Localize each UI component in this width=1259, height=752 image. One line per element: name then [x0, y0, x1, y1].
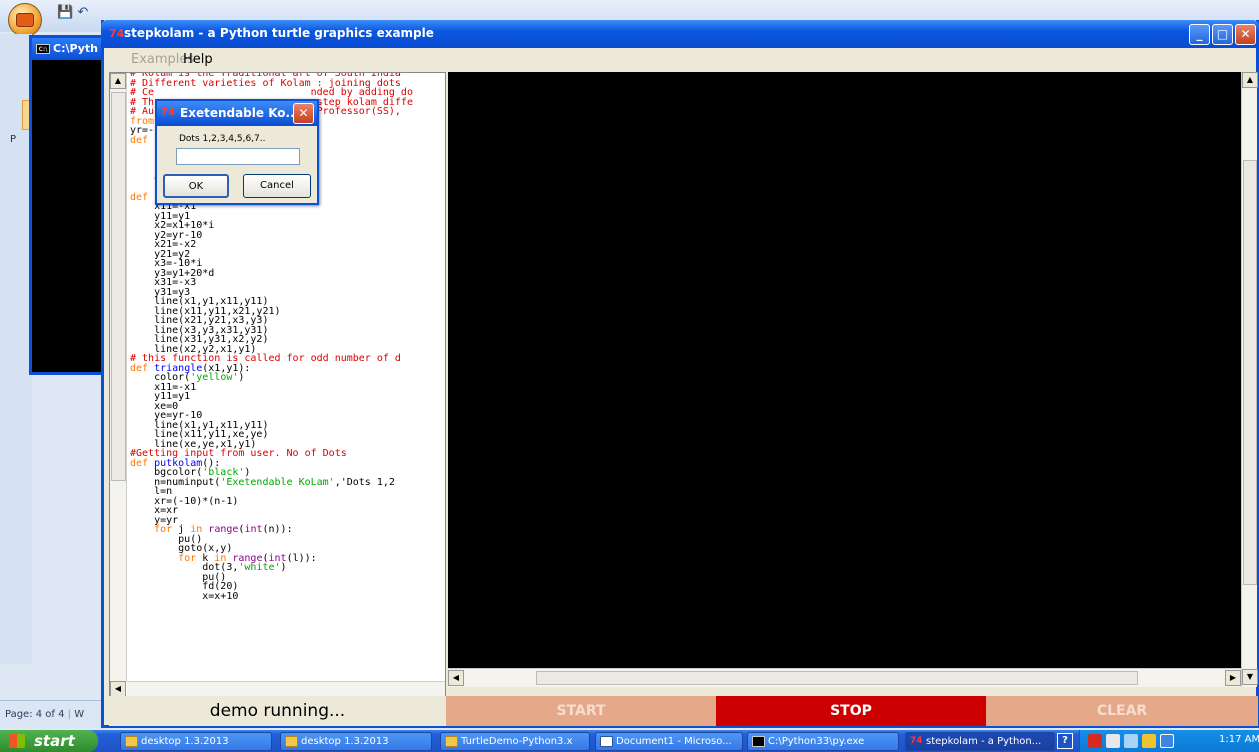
- clear-button[interactable]: CLEAR: [986, 696, 1258, 726]
- turtle-icon: 74: [910, 736, 923, 746]
- taskbar-task-button[interactable]: Document1 - Microso...: [595, 732, 743, 751]
- scroll-right-arrow-icon[interactable]: ▶: [1225, 670, 1241, 686]
- maximize-button[interactable]: □: [1212, 24, 1233, 45]
- word-status-extra: W: [74, 709, 85, 720]
- taskbar-task-label: desktop 1.3.2013: [301, 736, 389, 747]
- taskbar-task-button[interactable]: 74 stepkolam - a Python...: [905, 732, 1055, 751]
- code-vertical-scrollbar[interactable]: ▲: [110, 73, 127, 681]
- taskbar-task-button[interactable]: desktop 1.3.2013: [280, 732, 432, 751]
- cancel-button[interactable]: Cancel: [243, 174, 311, 198]
- security-tray-icon[interactable]: [1142, 734, 1156, 748]
- folder-icon: [285, 736, 298, 747]
- turtle-title-bar[interactable]: 74 stepkolam - a Python turtle graphics …: [101, 20, 1259, 48]
- taskbar-task-button[interactable]: desktop 1.3.2013: [120, 732, 272, 751]
- close-button[interactable]: ✕: [1235, 24, 1256, 45]
- dialog-title-bar[interactable]: 74 Exetendable Ko... ✕: [157, 101, 317, 126]
- scroll-up-arrow-icon[interactable]: ▲: [1242, 72, 1258, 88]
- quick-access-toolbar[interactable]: 💾 ↶: [57, 5, 88, 20]
- canvas-vscroll-thumb[interactable]: [1243, 160, 1257, 585]
- scroll-left-arrow-icon[interactable]: ◀: [110, 681, 126, 696]
- system-tray: 1:17 AM: [1079, 730, 1259, 752]
- taskbar-task-label: Document1 - Microso...: [616, 736, 732, 747]
- scroll-up-arrow-icon[interactable]: ▲: [110, 73, 126, 89]
- clock[interactable]: 1:17 AM: [1219, 734, 1259, 745]
- console-icon: [752, 736, 765, 747]
- taskbar-task-button[interactable]: C:\Python33\py.exe: [747, 732, 899, 751]
- console-title-bar: C:\ C:\Pyth: [32, 38, 111, 60]
- taskbar-task-label: C:\Python33\py.exe: [768, 736, 865, 747]
- scroll-down-arrow-icon[interactable]: ▼: [1242, 669, 1258, 685]
- start-menu-button[interactable]: start: [0, 730, 98, 752]
- minimize-button[interactable]: _: [1189, 24, 1210, 45]
- canvas-horizontal-scrollbar[interactable]: ◀ ▶: [448, 668, 1241, 687]
- stop-button[interactable]: STOP: [716, 696, 986, 726]
- menu-bar: Examples Help: [104, 48, 1256, 70]
- help-icon[interactable]: ?: [1057, 733, 1073, 749]
- code-horizontal-scrollbar[interactable]: [127, 681, 445, 696]
- turtle-logo-icon: 74: [161, 107, 175, 118]
- console-title: C:\Pyth: [53, 42, 99, 55]
- dialog-prompt: Dots 1,2,3,4,5,6,7..: [179, 134, 266, 144]
- taskbar-task-label: stepkolam - a Python...: [926, 736, 1042, 747]
- demo-status-label: demo running...: [109, 696, 446, 726]
- canvas-vertical-scrollbar[interactable]: ▲ ▼: [1241, 72, 1258, 687]
- canvas-hscroll-thumb[interactable]: [536, 671, 1138, 685]
- dots-input[interactable]: [176, 148, 300, 165]
- code-line: x=x+10: [130, 590, 239, 602]
- menu-help[interactable]: Help: [183, 52, 213, 67]
- turtle-logo-icon: 74: [109, 27, 125, 40]
- acrobat-tray-icon[interactable]: [1088, 734, 1102, 748]
- word-icon: [600, 736, 613, 747]
- office-button[interactable]: [8, 3, 42, 37]
- scroll-left-arrow-icon[interactable]: ◀: [448, 670, 464, 686]
- tray-app-icon[interactable]: [1106, 734, 1120, 748]
- window-title: stepkolam - a Python turtle graphics exa…: [124, 26, 434, 40]
- start-label: start: [34, 732, 75, 750]
- folder-icon: [445, 736, 458, 747]
- code-scroll-thumb[interactable]: [111, 92, 126, 481]
- dialog-close-button[interactable]: ✕: [293, 103, 314, 124]
- network-tray-icon[interactable]: [1124, 734, 1138, 748]
- code-line: n=numinput('Exetendable KoLam','Dots 1,2: [130, 476, 395, 488]
- windows-logo-icon: [9, 734, 25, 748]
- console-icon: C:\: [36, 44, 50, 54]
- folder-icon: [125, 736, 138, 747]
- ribbon-letter: P: [10, 134, 17, 145]
- ok-button[interactable]: OK: [163, 174, 229, 198]
- numinput-dialog: 74 Exetendable Ko... ✕ Dots 1,2,3,4,5,6,…: [155, 99, 319, 205]
- start-button[interactable]: START: [446, 696, 716, 726]
- dialog-title: Exetendable Ko...: [180, 106, 300, 120]
- display-tray-icon[interactable]: [1160, 734, 1174, 748]
- taskbar-task-button[interactable]: TurtleDemo-Python3.x: [440, 732, 590, 751]
- taskbar-task-label: desktop 1.3.2013: [141, 736, 229, 747]
- taskbar-task-label: TurtleDemo-Python3.x: [461, 736, 573, 747]
- office-logo-icon: [16, 13, 34, 27]
- word-page-count[interactable]: Page: 4 of 4: [5, 709, 64, 720]
- word-status-bar: Page: 4 of 4 | W: [0, 700, 110, 728]
- turtle-canvas[interactable]: [448, 72, 1241, 668]
- taskbar: start desktop 1.3.2013 desktop 1.3.2013 Tu…: [0, 730, 1259, 752]
- word-ribbon-edge: P: [0, 34, 32, 664]
